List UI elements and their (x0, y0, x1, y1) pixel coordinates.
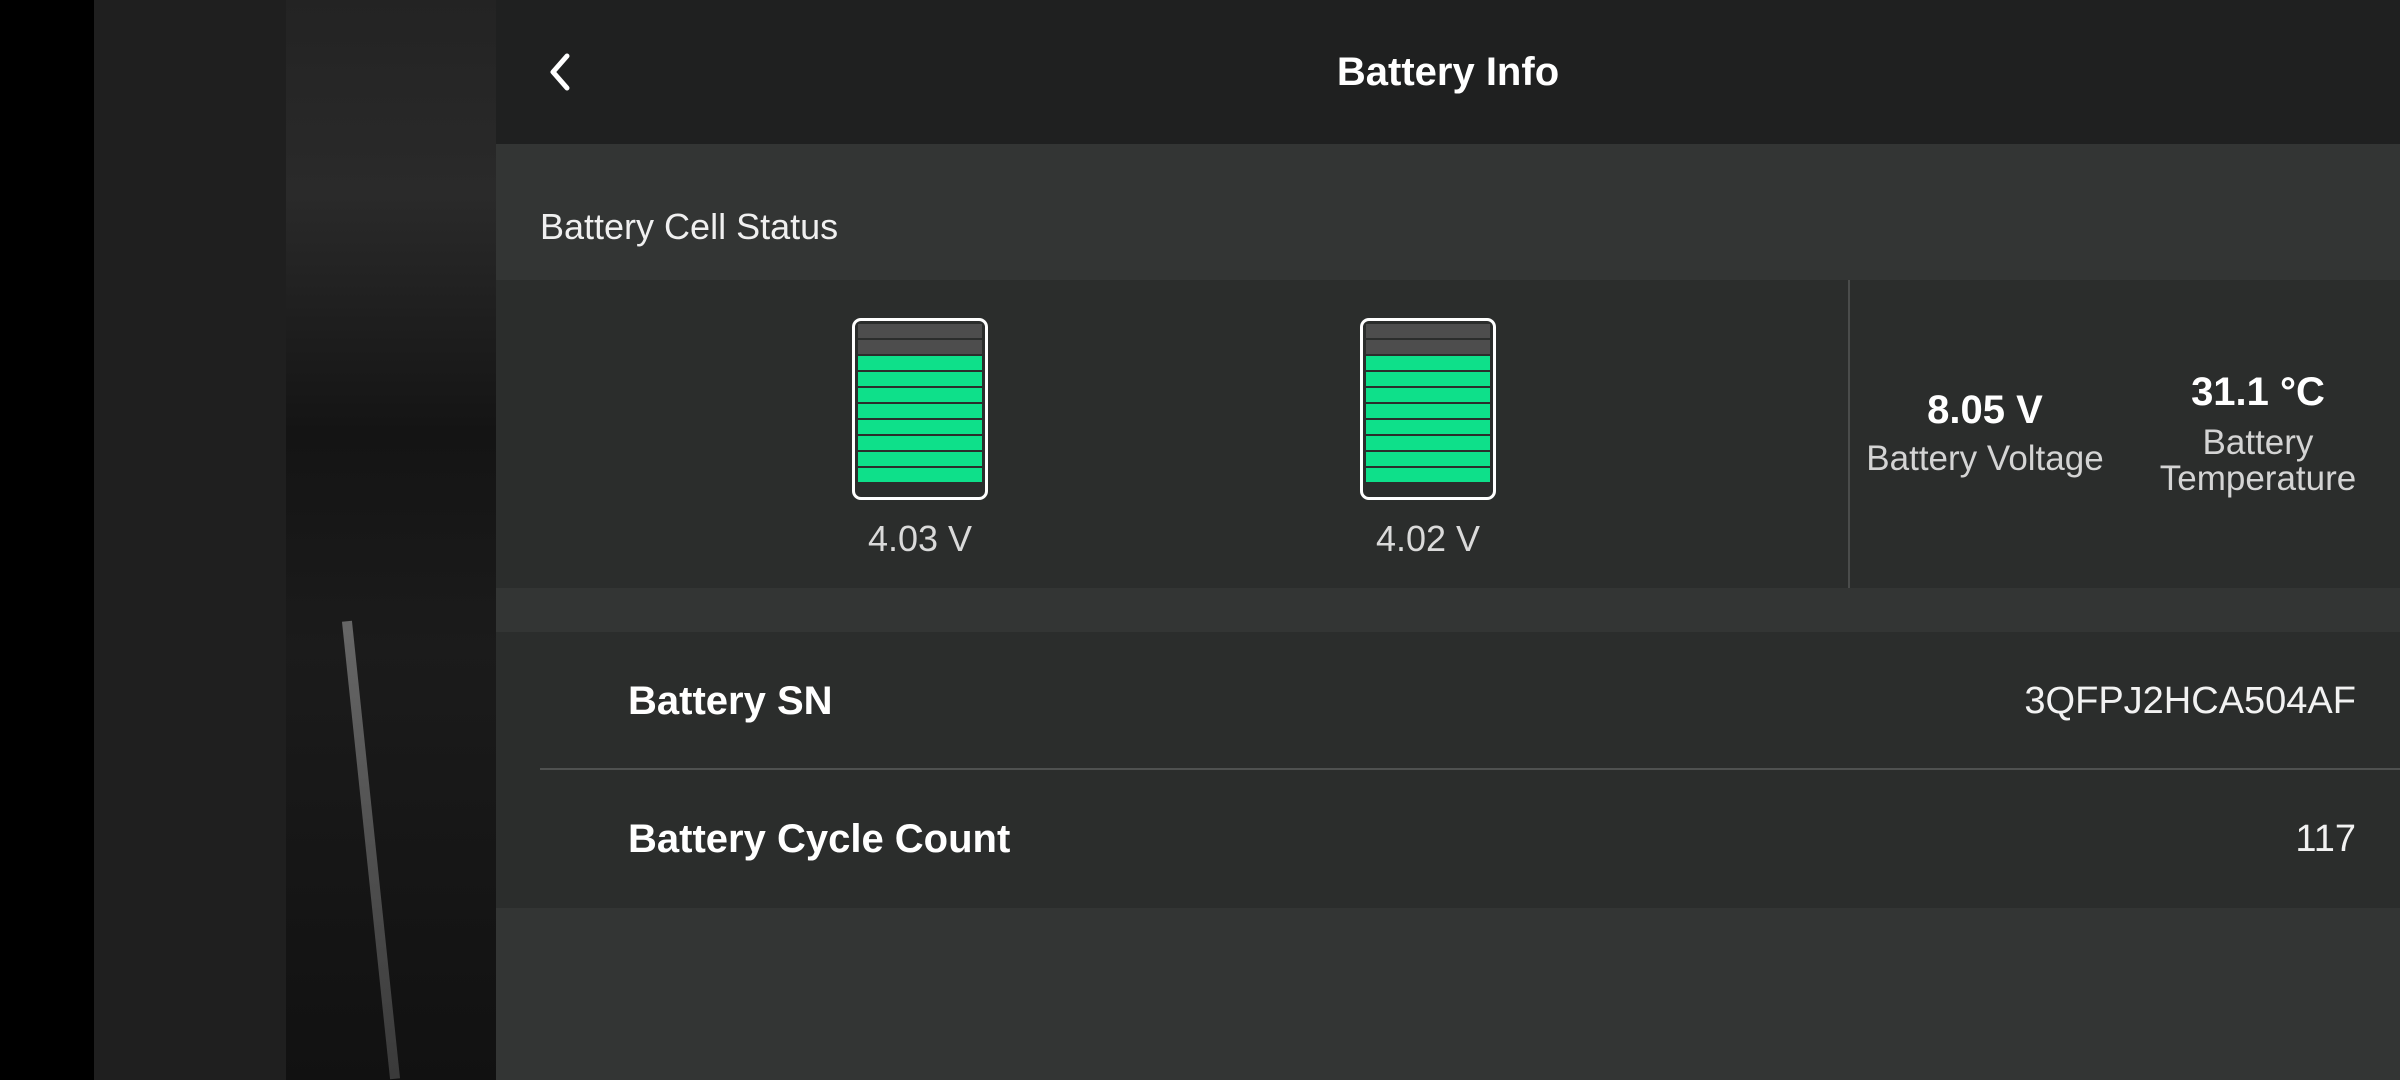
back-button[interactable] (536, 44, 584, 100)
battery-temperature-value: 31.1 °C (2191, 370, 2325, 414)
battery-temperature-stat: 31.1 °C Battery Temperature (2126, 370, 2390, 497)
cell-segment-filled (858, 468, 982, 482)
battery-cell-icon (1360, 318, 1496, 500)
chevron-left-icon (550, 53, 570, 91)
cell-segment-filled (1366, 436, 1490, 450)
battery-cycle-label: Battery Cycle Count (628, 817, 1011, 861)
battery-info-panel: Battery Info Battery Cell Status 4.03 V … (496, 0, 2400, 1080)
cell-segment-filled (858, 356, 982, 370)
page-title: Battery Info (1336, 50, 1560, 94)
cell-segment-filled (858, 388, 982, 402)
cell-voltage: 4.02 V (1375, 518, 1481, 559)
battery-temperature-label-line1: Battery (2202, 423, 2314, 462)
cell-segment-empty (858, 324, 982, 338)
header-bar: Battery Info (496, 0, 2400, 144)
battery-cell-2: 4.02 V (1360, 318, 1496, 560)
camera-feed (286, 0, 496, 1080)
cell-status-label: Battery Cell Status (540, 206, 839, 247)
cell-segment-filled (1366, 404, 1490, 418)
divider (1848, 280, 1850, 588)
cell-segment-empty (1366, 340, 1490, 354)
cell-segment-filled (1366, 356, 1490, 370)
battery-voltage-label: Battery Voltage (1866, 439, 2104, 478)
cell-segment-filled (858, 372, 982, 386)
cell-segment-filled (858, 404, 982, 418)
camera-feed-detail (341, 620, 401, 1080)
cell-segment-empty (1366, 324, 1490, 338)
cell-segment-filled (1366, 452, 1490, 466)
cell-segment-filled (858, 420, 982, 434)
battery-cell-1: 4.03 V (852, 318, 988, 560)
cell-segment-filled (1366, 388, 1490, 402)
battery-temperature-label-line2: Temperature (2159, 459, 2357, 498)
cell-segment-filled (1366, 372, 1490, 386)
battery-cycle-row: Battery Cycle Count 117 (540, 770, 2356, 908)
cell-voltage: 4.03 V (867, 518, 973, 559)
battery-cycle-value: 117 (2295, 818, 2356, 860)
battery-voltage-value: 8.05 V (1927, 388, 2043, 432)
cell-segment-filled (1366, 420, 1490, 434)
battery-sn-value: 3QFPJ2HCA504AF (2024, 680, 2356, 722)
battery-cell-icon (852, 318, 988, 500)
cell-segment-filled (1366, 468, 1490, 482)
side-strip (94, 0, 286, 1080)
battery-voltage-stat: 8.05 V Battery Voltage (1860, 388, 2110, 477)
cell-segment-filled (858, 452, 982, 466)
battery-details-card: Battery SN 3QFPJ2HCA504AF Battery Cycle … (496, 632, 2400, 908)
cell-status-card: 4.03 V 4.02 V 8.05 V Battery Voltage 31.… (496, 280, 2400, 588)
letterbox-left (0, 0, 94, 1080)
battery-sn-label: Battery SN (628, 679, 833, 723)
cell-segment-empty (858, 340, 982, 354)
cell-segment-filled (858, 436, 982, 450)
battery-sn-row: Battery SN 3QFPJ2HCA504AF (540, 632, 2356, 770)
